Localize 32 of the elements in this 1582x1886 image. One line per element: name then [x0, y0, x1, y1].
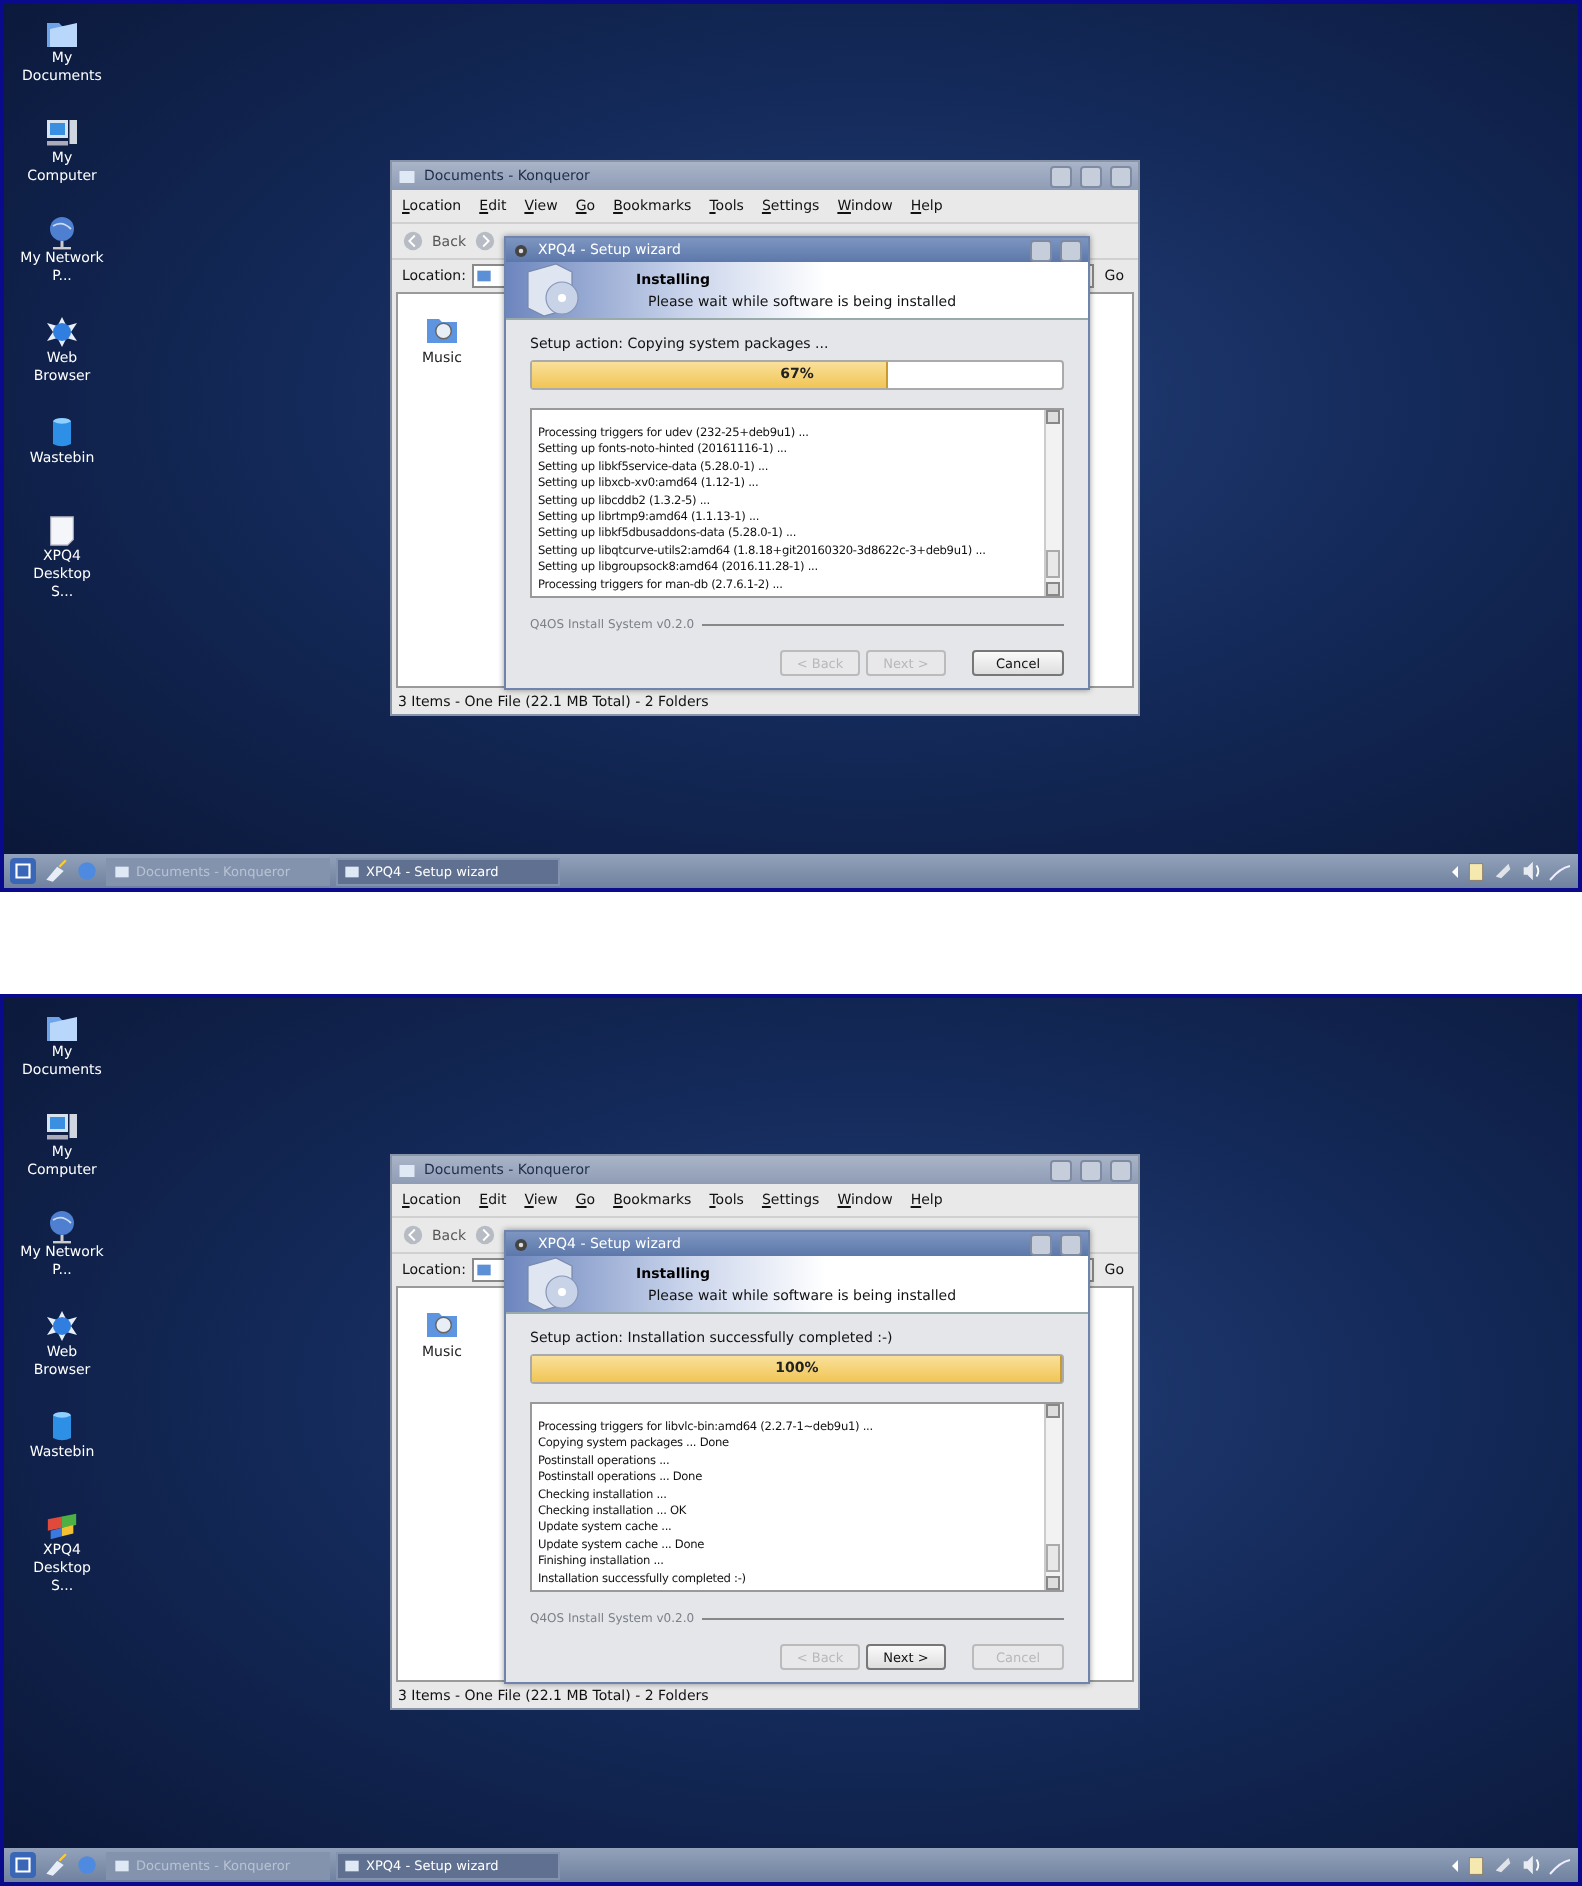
start-menu-icon — [10, 858, 36, 884]
folder-icon — [475, 1262, 492, 1278]
minimize-button[interactable] — [1050, 165, 1072, 187]
scrollbar[interactable] — [1044, 410, 1062, 596]
document-icon — [44, 514, 80, 548]
windows-flag-icon — [44, 1508, 80, 1542]
folder-icon — [398, 167, 416, 185]
scrollbar[interactable] — [1044, 1404, 1062, 1590]
caret-icon — [1450, 1857, 1460, 1873]
close-button[interactable] — [1060, 1233, 1082, 1256]
folder-icon — [398, 1161, 416, 1179]
folder-icon — [475, 268, 492, 284]
close-button[interactable] — [1060, 239, 1082, 262]
maximize-button[interactable] — [1080, 1159, 1102, 1181]
maximize-button[interactable] — [1080, 165, 1102, 187]
window-icon — [344, 863, 360, 879]
clipboard-icon — [1466, 1853, 1486, 1877]
speaker-icon — [1520, 1854, 1542, 1876]
speaker-icon — [1520, 860, 1542, 882]
close-button[interactable] — [1110, 1159, 1132, 1181]
minimize-button[interactable] — [1050, 1159, 1072, 1181]
minimize-button[interactable] — [1030, 1233, 1052, 1256]
computer-icon — [44, 114, 80, 150]
close-button[interactable] — [1110, 165, 1132, 187]
window-icon — [344, 1857, 360, 1873]
start-menu-icon — [10, 1852, 36, 1878]
minimize-button[interactable] — [1030, 239, 1052, 262]
clipboard-icon — [1466, 859, 1486, 883]
window-icon — [114, 1857, 130, 1873]
caret-icon — [1450, 863, 1460, 879]
computer-icon — [44, 1108, 80, 1144]
window-icon — [114, 863, 130, 879]
